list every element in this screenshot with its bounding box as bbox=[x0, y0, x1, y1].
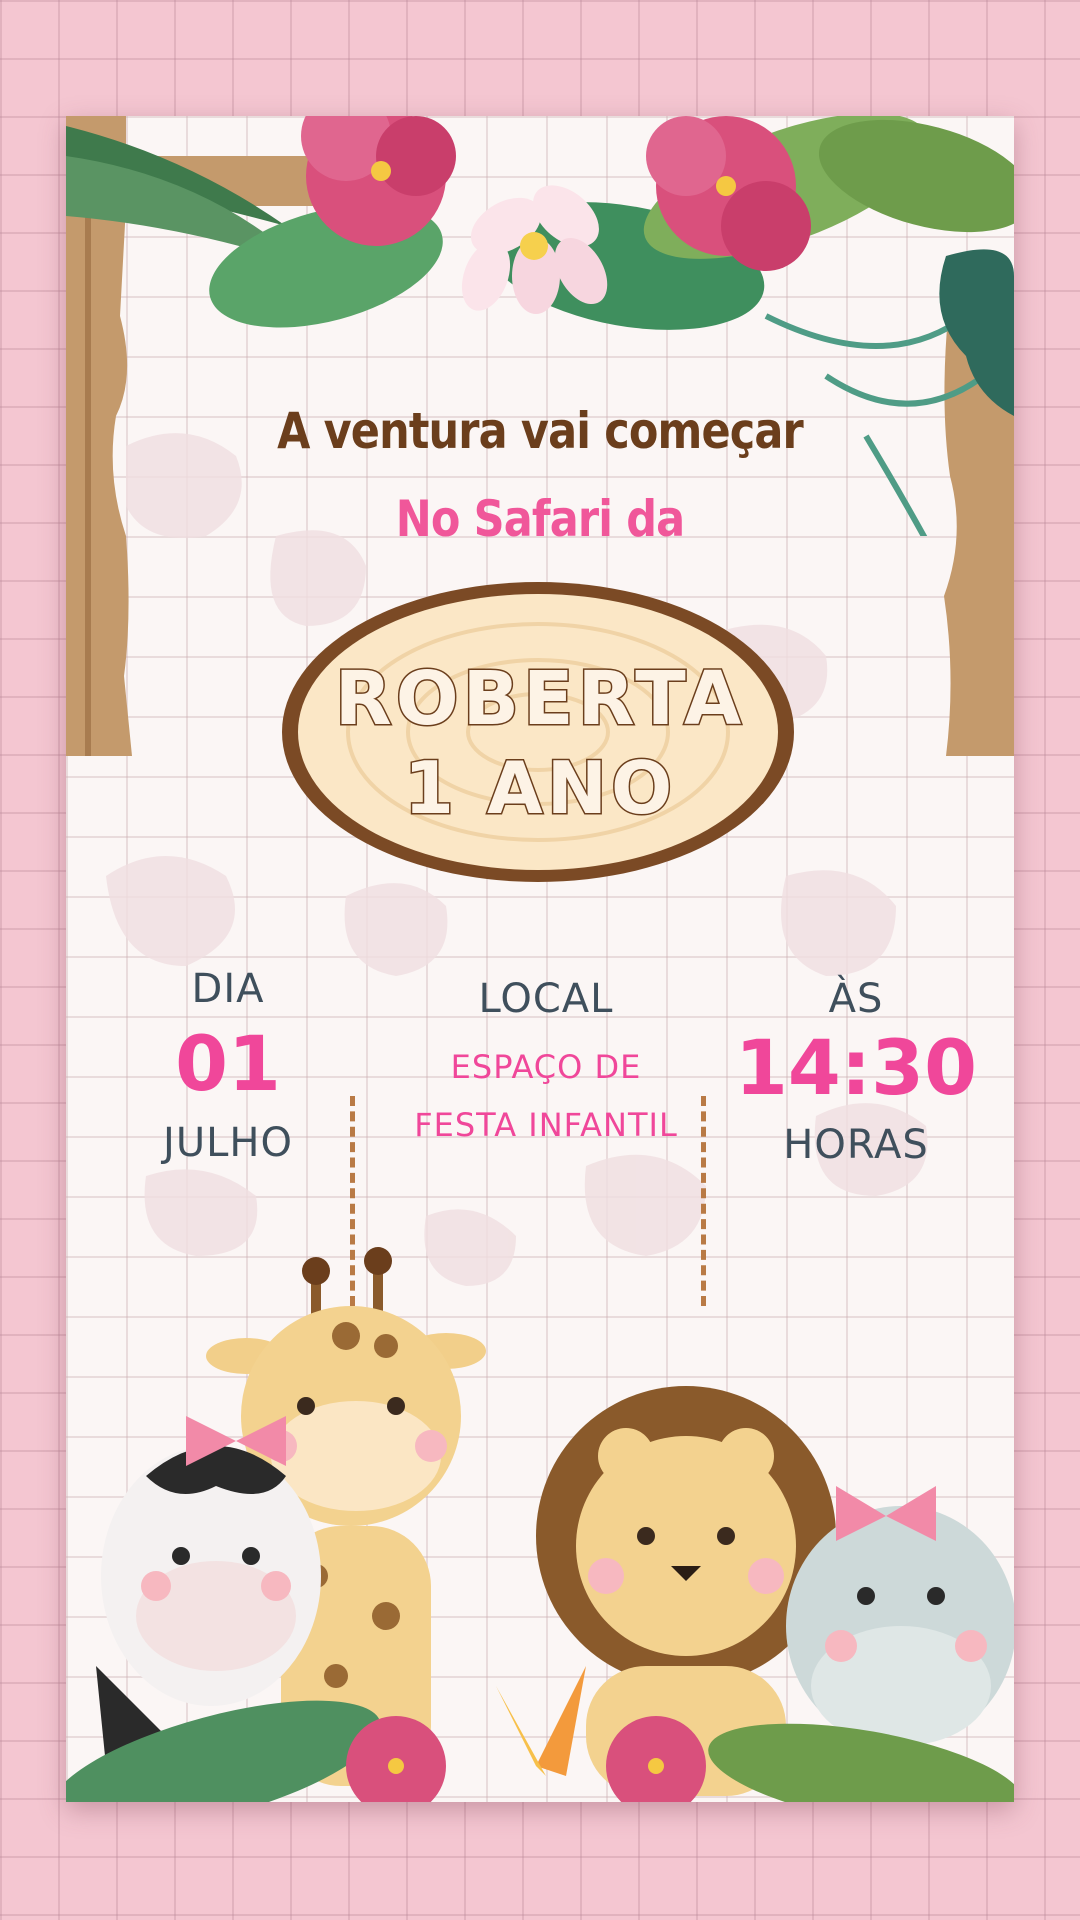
date-info: DIA 01 JULHO bbox=[106, 966, 350, 1166]
date-day: 01 bbox=[175, 1019, 281, 1108]
hibiscus-flower-icon bbox=[346, 1716, 706, 1802]
time-label: ÀS bbox=[828, 976, 884, 1022]
location-line1: ESPAÇO DE bbox=[450, 1048, 642, 1086]
location-info: LOCAL ESPAÇO DE FESTA INFANTIL bbox=[366, 976, 726, 1144]
tropical-flowers-top bbox=[66, 116, 1014, 536]
safari-animals bbox=[66, 1247, 1014, 1802]
plaque-age: 1 ANO bbox=[402, 745, 677, 832]
palm-leaf-icon bbox=[939, 249, 1014, 416]
bird-of-paradise-icon bbox=[496, 1666, 586, 1776]
date-month: JULHO bbox=[163, 1120, 293, 1166]
location-label: LOCAL bbox=[478, 976, 614, 1022]
time-value: 14:30 bbox=[735, 1023, 977, 1112]
time-info: ÀS 14:30 HORAS bbox=[726, 976, 986, 1168]
invitation-headline: A ventura vai começar bbox=[277, 402, 804, 460]
date-label: DIA bbox=[191, 966, 265, 1012]
invitation-subheadline: No Safari da bbox=[395, 490, 685, 548]
invitation-card: A ventura vai começar No Safari da ROBER… bbox=[66, 116, 1014, 1802]
location-line2: FESTA INFANTIL bbox=[414, 1106, 678, 1144]
time-unit: HORAS bbox=[783, 1122, 929, 1168]
plaque-name: ROBERTA bbox=[333, 655, 746, 744]
